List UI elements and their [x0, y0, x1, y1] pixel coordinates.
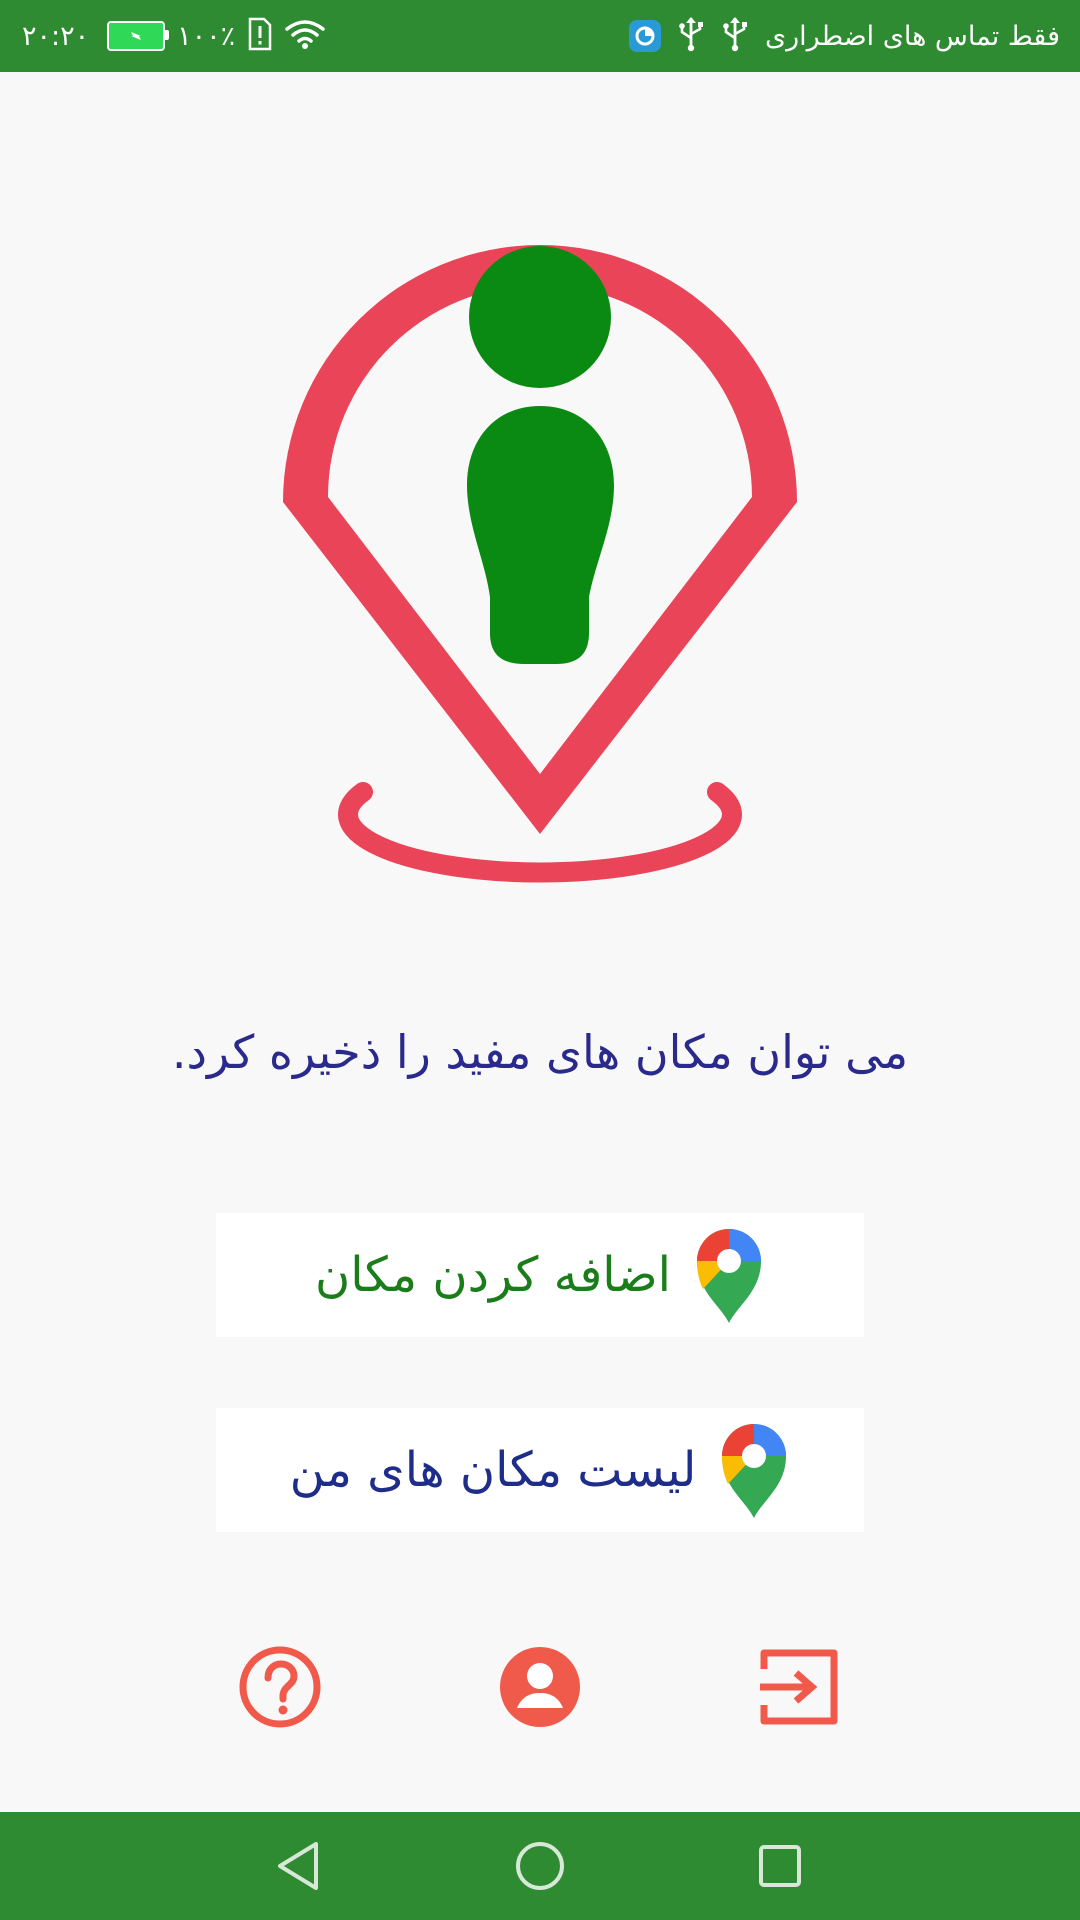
wifi-icon: [285, 18, 325, 54]
my-places-label: لیست مکان های من: [289, 1442, 697, 1498]
battery-percent: ۱۰۰٪: [177, 20, 236, 52]
app-notification-icon: [629, 20, 661, 52]
emergency-calls-text: فقط تماس های اضطراری: [765, 20, 1060, 52]
add-place-label: اضافه کردن مکان: [315, 1247, 671, 1303]
status-time: ۲۰:۲۰: [22, 20, 90, 52]
status-right: فقط تماس های اضطراری: [629, 0, 1060, 72]
navigation-bar: [0, 1812, 1080, 1920]
status-left: ۲۰:۲۰ ۱۰۰٪: [22, 0, 325, 72]
battery-charging-icon: [107, 21, 170, 51]
usb-icon: [721, 16, 749, 56]
home-icon[interactable]: [512, 1838, 568, 1894]
recents-icon[interactable]: [752, 1838, 808, 1894]
exit-icon[interactable]: [758, 1645, 842, 1729]
location-info-pin-icon: [283, 245, 797, 883]
usb-icon: [677, 16, 705, 56]
google-maps-icon: [722, 1424, 787, 1518]
status-bar: ۲۰:۲۰ ۱۰۰٪ فقط تماس های اضطراری: [0, 0, 1080, 72]
google-maps-icon: [696, 1229, 761, 1323]
my-places-list-button[interactable]: لیست مکان های من: [216, 1408, 864, 1532]
back-icon[interactable]: [272, 1838, 328, 1894]
sim-alert-icon: [247, 17, 273, 55]
profile-icon[interactable]: [498, 1645, 582, 1729]
add-place-button[interactable]: اضافه کردن مکان: [216, 1213, 864, 1337]
help-icon[interactable]: [238, 1645, 322, 1729]
tagline-text: می توان مکان های مفید را ذخیره کرد.: [171, 1025, 909, 1079]
